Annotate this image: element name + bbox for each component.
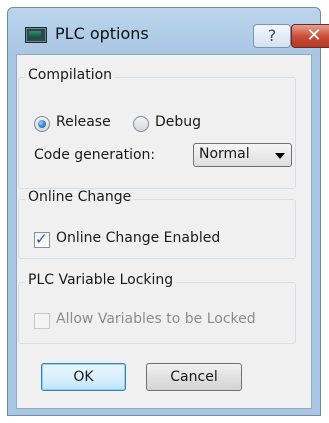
release-radio[interactable] [34, 116, 50, 132]
checkmark-icon: ✓ [35, 230, 48, 248]
cancel-button-label: Cancel [170, 369, 218, 385]
allow-lock-checkbox-label: Allow Variables to be Locked [56, 311, 256, 327]
chevron-down-icon [275, 153, 285, 159]
variable-locking-group-title: PLC Variable Locking [25, 272, 177, 288]
code-generation-value: Normal [199, 146, 250, 162]
online-change-checkbox[interactable]: ✓ [34, 230, 50, 248]
code-generation-label: Code generation: [34, 147, 156, 163]
close-icon: ✕ [306, 25, 322, 46]
compilation-group: Compilation Release Debug Code generatio… [18, 67, 296, 189]
ok-button-label: OK [73, 369, 94, 385]
online-change-group-title: Online Change [25, 189, 135, 205]
cancel-button[interactable]: Cancel [146, 363, 242, 391]
variable-locking-group: PLC Variable Locking Allow Variables to … [18, 272, 296, 344]
close-button[interactable]: ✕ [291, 24, 329, 48]
title-bar[interactable]: PLC options ? ✕ [8, 8, 329, 52]
compilation-group-title: Compilation [25, 67, 116, 83]
code-generation-select[interactable]: Normal [193, 143, 292, 167]
online-change-group: Online Change ✓ Online Change Enabled [18, 189, 296, 259]
debug-radio-label[interactable]: Debug [155, 114, 201, 130]
online-change-checkbox-label[interactable]: Online Change Enabled [56, 230, 220, 246]
plc-app-icon [25, 27, 47, 43]
dialog-title: PLC options [55, 24, 149, 43]
debug-radio[interactable] [133, 116, 149, 132]
release-radio-label[interactable]: Release [56, 114, 111, 130]
ok-button[interactable]: OK [41, 363, 126, 391]
help-button[interactable]: ? [253, 24, 291, 48]
help-icon: ? [267, 26, 277, 45]
allow-lock-checkbox [34, 313, 50, 329]
